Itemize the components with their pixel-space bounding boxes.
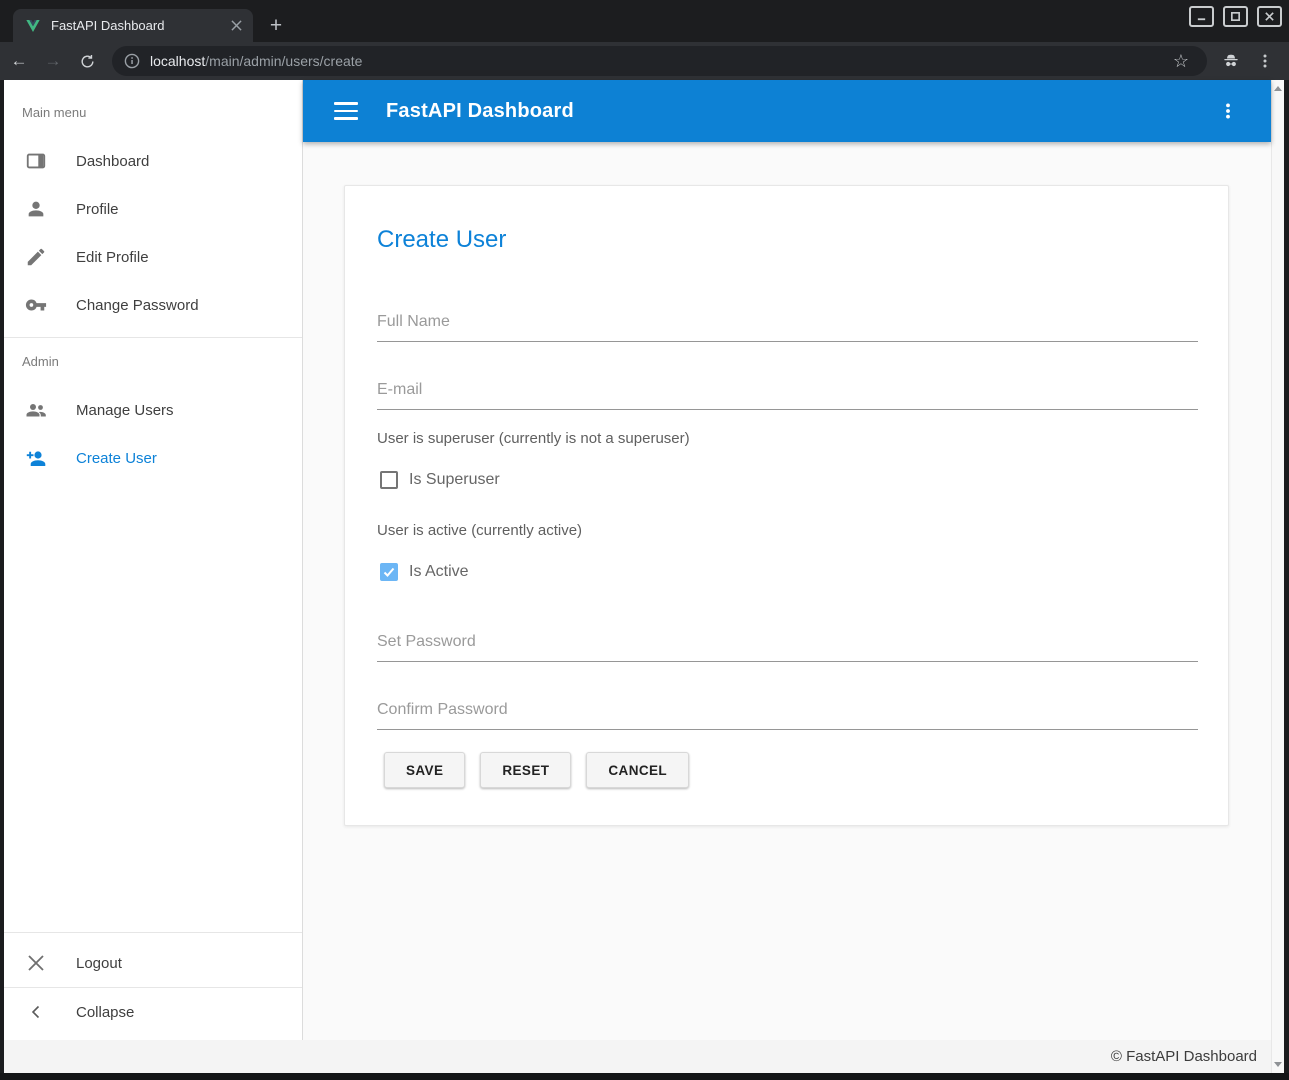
sidebar-item-create-user[interactable]: Create User [4,434,302,482]
app-title: FastAPI Dashboard [386,100,574,123]
sidebar: Main menu Dashboard Profile Edit Profile… [4,80,303,1040]
sidebar-item-manage-users[interactable]: Manage Users [4,386,302,434]
full-name-field-wrap [377,313,1198,342]
reload-button[interactable] [72,46,102,76]
set-password-input[interactable] [377,633,1198,662]
sidebar-section-admin: Admin [22,354,59,369]
site-info-icon[interactable] [124,53,140,69]
checkbox-box[interactable] [380,471,398,489]
browser-tab-strip: FastAPI Dashboard + [0,0,1289,42]
window-border-bottom [0,1073,1289,1080]
person-icon [24,197,48,221]
sidebar-section-main-menu: Main menu [22,105,86,120]
save-button[interactable]: SAVE [384,752,465,788]
browser-toolbar: ← → localhost/main/admin/users/create ☆ [0,42,1289,80]
window-border-left [0,80,4,1080]
sidebar-item-profile[interactable]: Profile [4,185,302,233]
new-tab-button[interactable]: + [262,12,290,40]
is-superuser-checkbox[interactable]: Is Superuser [380,471,500,489]
pencil-icon [24,245,48,269]
sidebar-item-collapse[interactable]: Collapse [4,988,302,1036]
confirm-password-field-wrap [377,701,1198,730]
page-viewport: Main menu Dashboard Profile Edit Profile… [4,80,1284,1073]
dashboard-icon [24,149,48,173]
sidebar-divider [4,337,302,338]
create-user-card: Create User User is superuser (currently… [344,185,1229,826]
window-minimize-button[interactable] [1189,6,1214,27]
active-hint: User is active (currently active) [377,522,582,539]
browser-tab[interactable]: FastAPI Dashboard [13,9,253,42]
people-icon [24,398,48,422]
email-field-wrap [377,381,1198,410]
cancel-button[interactable]: CANCEL [586,752,689,788]
window-close-button[interactable] [1257,6,1282,27]
incognito-icon [1217,47,1245,75]
page-scrollbar[interactable] [1271,80,1284,1073]
address-bar[interactable]: localhost/main/admin/users/create ☆ [112,46,1207,76]
hamburger-menu-icon[interactable] [334,102,358,120]
vue-favicon-icon [25,18,41,34]
app-menu-kebab-icon[interactable] [1213,96,1243,126]
sidebar-divider [4,932,302,933]
sidebar-item-change-password[interactable]: Change Password [4,281,302,329]
forward-button[interactable]: → [38,46,68,76]
sidebar-item-logout[interactable]: Logout [4,939,302,987]
email-input[interactable] [377,381,1198,410]
is-active-checkbox[interactable]: Is Active [380,563,469,581]
tab-close-icon[interactable] [227,17,245,35]
chevron-left-icon [24,1000,48,1024]
reset-button[interactable]: RESET [480,752,571,788]
person-add-icon [24,446,48,470]
back-button[interactable]: ← [4,46,34,76]
sidebar-item-dashboard[interactable]: Dashboard [4,137,302,185]
sidebar-item-edit-profile[interactable]: Edit Profile [4,233,302,281]
app-header: FastAPI Dashboard [303,80,1271,142]
key-icon [24,293,48,317]
app-footer: © FastAPI Dashboard [4,1040,1271,1073]
window-controls [1189,6,1282,27]
set-password-field-wrap [377,633,1198,662]
superuser-hint: User is superuser (currently is not a su… [377,430,690,447]
window-maximize-button[interactable] [1223,6,1248,27]
form-title: Create User [377,226,506,254]
copyright-text: © FastAPI Dashboard [1111,1048,1257,1065]
logout-x-icon [24,951,48,975]
window-border-right [1284,80,1289,1080]
confirm-password-input[interactable] [377,701,1198,730]
bookmark-star-icon[interactable]: ☆ [1167,47,1195,75]
url-text: localhost/main/admin/users/create [150,53,362,69]
tab-title: FastAPI Dashboard [51,18,227,33]
full-name-input[interactable] [377,313,1198,342]
form-buttons: SAVE RESET CANCEL [384,752,689,788]
browser-menu-icon[interactable] [1251,47,1279,75]
checkbox-box[interactable] [380,563,398,581]
scroll-up-arrow-icon[interactable] [1274,86,1282,91]
check-icon [382,565,396,579]
scroll-down-arrow-icon[interactable] [1274,1062,1282,1067]
